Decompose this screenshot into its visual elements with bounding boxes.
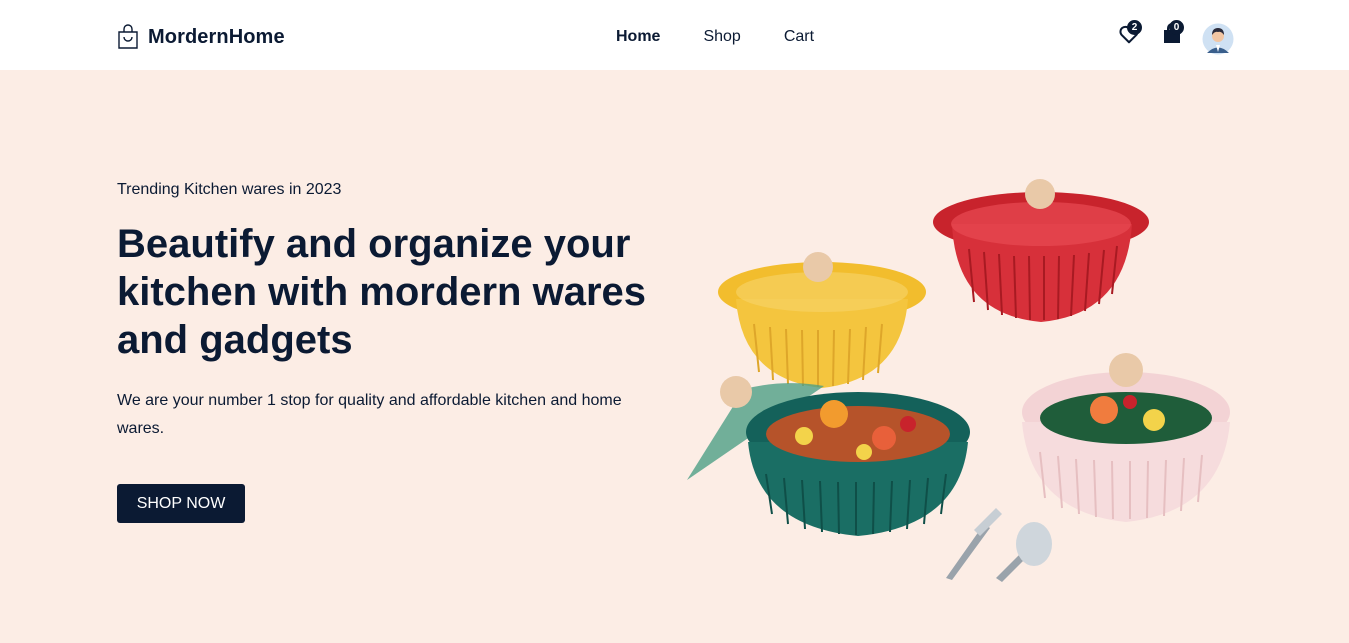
- nav-link-cart[interactable]: Cart: [784, 28, 814, 46]
- brand-logo[interactable]: MordernHome: [117, 24, 285, 50]
- shopping-bag-icon: [118, 24, 138, 49]
- wishlist-count-badge: 2: [1127, 20, 1142, 35]
- nav-link-home[interactable]: Home: [616, 28, 660, 46]
- shop-now-button[interactable]: SHOP NOW: [117, 484, 245, 523]
- cart-count-badge: 0: [1169, 20, 1184, 35]
- hero-eyebrow: Trending Kitchen wares in 2023: [117, 181, 342, 198]
- yellow-pot-illustration: [718, 252, 926, 388]
- hero-section: Trending Kitchen wares in 2023 Beautify …: [0, 70, 1349, 643]
- brand-name: MordernHome: [148, 25, 285, 48]
- user-avatar-icon: [1202, 23, 1234, 55]
- wishlist-button[interactable]: 2: [1118, 20, 1142, 50]
- user-avatar[interactable]: [1202, 23, 1234, 60]
- hero-description: We are your number 1 stop for quality an…: [117, 392, 622, 437]
- pink-pot-illustration: [1022, 353, 1230, 522]
- navbar: MordernHome Home Shop Cart 2 0: [0, 0, 1349, 70]
- nav-link-shop[interactable]: Shop: [703, 28, 740, 46]
- green-pot-illustration: [687, 376, 970, 536]
- hero-headline: Beautify and organize your kitchen with …: [117, 222, 647, 362]
- red-pot-illustration: [933, 179, 1149, 322]
- main-nav: Home Shop Cart: [616, 28, 857, 46]
- cookware-hero-image: [687, 179, 1230, 582]
- fork-and-spoon-illustration: [946, 508, 1052, 582]
- cart-button[interactable]: 0: [1162, 20, 1184, 50]
